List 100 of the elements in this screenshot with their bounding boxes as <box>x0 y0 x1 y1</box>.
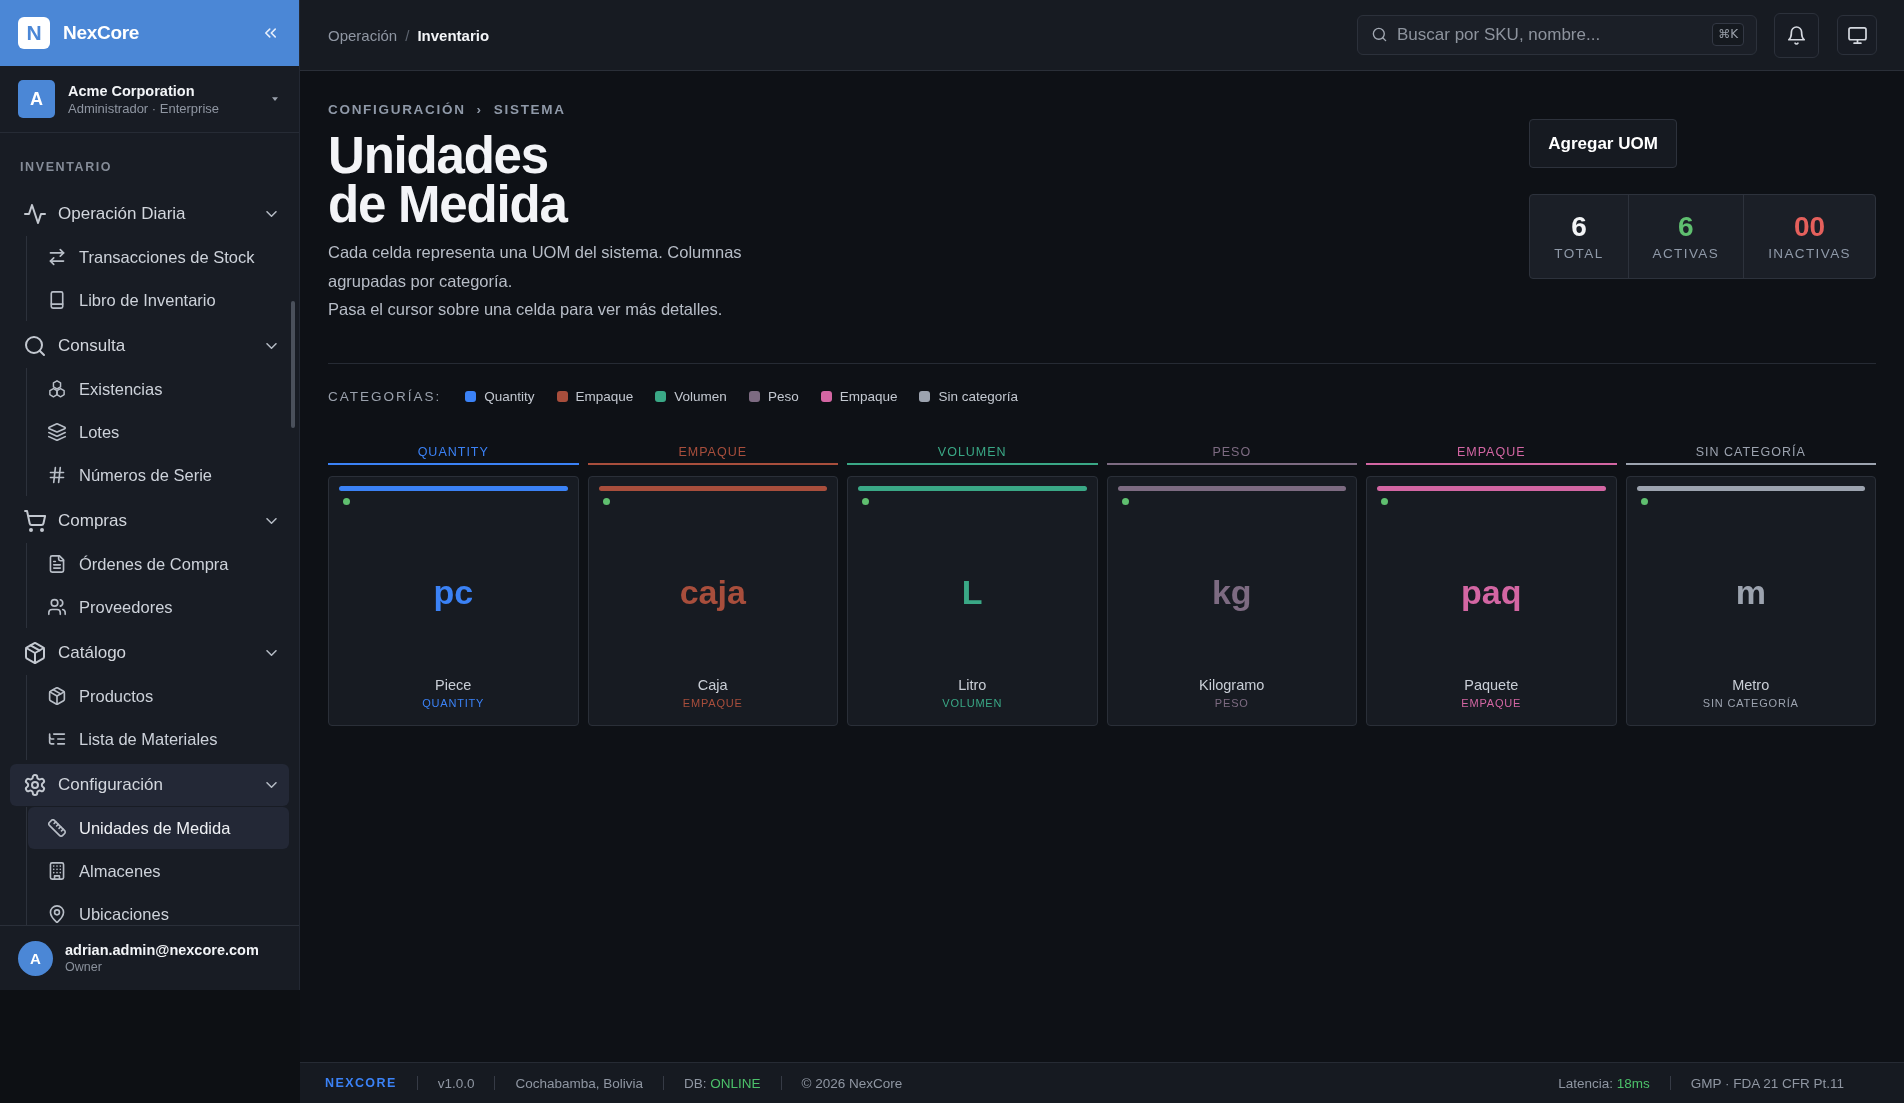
stat-value: 6 <box>1678 210 1694 243</box>
status-item: DB: ONLINE <box>684 1075 761 1091</box>
caret-down-icon[interactable] <box>272 97 278 101</box>
status-item: Cochabamba, Bolivia <box>515 1075 643 1091</box>
uom-card[interactable]: pc Piece QUANTITY <box>328 475 579 726</box>
legend-label: Empaque <box>839 389 898 404</box>
uom-card[interactable]: L Litro VOLUMEN <box>847 475 1098 726</box>
legend-label: Volumen <box>674 389 727 404</box>
nav-item[interactable]: Números de Serie <box>28 454 289 496</box>
double-chevron-left-icon[interactable] <box>265 28 276 38</box>
nav-item[interactable]: Lista de Materiales <box>28 718 289 760</box>
nav-item[interactable]: Órdenes de Compra <box>28 543 289 585</box>
legend-label: Empaque <box>575 389 634 404</box>
legend-title: CATEGORÍAS: <box>328 389 442 404</box>
hash-icon <box>48 466 66 484</box>
nav-group[interactable]: Catálogo <box>10 632 289 674</box>
user-email: adrian.admin@nexcore.com <box>65 942 259 958</box>
column-header: PESO <box>1106 442 1357 465</box>
uom-symbol: kg <box>1211 571 1252 612</box>
uom-category: SIN CATEGORÍA <box>1702 695 1799 710</box>
settings-icon <box>24 774 46 796</box>
page-description: Cada celda representa una UOM del sistema. Columnas agrupadas por categoría. <box>328 242 743 292</box>
breadcrumb-link[interactable]: Operación <box>328 26 398 44</box>
nav-group[interactable]: Configuración <box>10 764 289 806</box>
uom-card[interactable]: paq Paquete EMPAQUE <box>1366 475 1617 726</box>
nav-group[interactable]: Compras <box>10 500 289 542</box>
pulse-line-icon <box>24 203 46 225</box>
eyebrow-label: CONFIGURACIÓN <box>328 101 466 118</box>
org-plan: Administrador · Enterprise <box>68 100 219 116</box>
nav-group[interactable]: Consulta <box>10 325 289 367</box>
hexagons-icon <box>48 380 66 398</box>
location-pin-icon <box>48 905 66 923</box>
status-item: © 2026 NexCore <box>801 1075 903 1091</box>
display-button[interactable] <box>1837 15 1877 55</box>
org-avatar: A <box>18 80 55 118</box>
column-header: EMPAQUE <box>1366 442 1617 465</box>
user-avatar: A <box>18 940 53 976</box>
document-icon <box>48 555 66 573</box>
chevron-down-icon[interactable] <box>266 650 277 656</box>
uom-category: PESO <box>1214 695 1249 710</box>
nav-item[interactable]: Almacenes <box>28 850 289 892</box>
uom-symbol: paq <box>1461 571 1522 612</box>
nav-item[interactable]: Lotes <box>28 411 289 453</box>
column-header: VOLUMEN <box>847 442 1098 465</box>
bell-icon <box>1788 25 1805 45</box>
nav-item[interactable]: Existencias <box>28 368 289 410</box>
uom-symbol: caja <box>679 571 746 612</box>
box-icon <box>24 642 46 664</box>
nav-item[interactable]: Libro de Inventario <box>28 279 289 321</box>
nav-item[interactable]: Ubicaciones <box>28 893 289 925</box>
uom-symbol: pc <box>433 571 474 612</box>
uom-category: VOLUMEN <box>942 695 1003 710</box>
uom-symbol: m <box>1735 571 1766 612</box>
eyebrow-separator: › <box>476 101 483 118</box>
breadcrumb-link[interactable]: Inventario <box>417 26 490 44</box>
uom-card[interactable]: kg Kilogramo PESO <box>1106 475 1357 726</box>
nav-group[interactable]: Operación Diaria <box>10 193 289 235</box>
shortcut-key: ⌘K <box>1712 23 1744 46</box>
uom-symbol: L <box>961 571 983 612</box>
monitor-icon <box>1847 26 1867 44</box>
scrollbar-thumb[interactable] <box>291 301 295 428</box>
nav-item[interactable]: Productos <box>28 675 289 717</box>
uom-category: EMPAQUE <box>682 695 743 710</box>
building-icon <box>48 862 66 880</box>
uom-name: Metro <box>1732 675 1770 694</box>
breadcrumb-separator: / <box>405 26 410 44</box>
cart-icon <box>24 510 46 532</box>
uom-category: QUANTITY <box>422 695 485 710</box>
status-item: Latencia: 18ms <box>1558 1075 1650 1091</box>
column-header: SIN CATEGORÍA <box>1625 442 1876 465</box>
eyebrow-label: SISTEMA <box>493 101 566 118</box>
search-icon <box>1372 27 1387 42</box>
stat-label: TOTAL <box>1554 245 1604 263</box>
legend-label: Sin categoría <box>938 389 1019 404</box>
nav-item[interactable]: Transacciones de Stock <box>28 236 289 278</box>
uom-name: Paquete <box>1464 675 1519 694</box>
uom-name: Piece <box>435 675 472 694</box>
uom-card[interactable]: caja Caja EMPAQUE <box>587 475 838 726</box>
notifications-button[interactable] <box>1774 12 1819 58</box>
stat-value: 6 <box>1571 210 1587 243</box>
add-uom-button[interactable]: Agregar UOM <box>1529 119 1677 168</box>
uom-card[interactable]: m Metro SIN CATEGORÍA <box>1625 475 1876 726</box>
column-header: EMPAQUE <box>587 442 838 465</box>
list-tree-icon <box>48 730 66 748</box>
chevron-down-icon[interactable] <box>266 782 277 788</box>
nav-item[interactable]: Proveedores <box>28 586 289 628</box>
chevron-down-icon[interactable] <box>266 518 277 524</box>
uom-name: Caja <box>697 675 728 694</box>
chevron-down-icon[interactable] <box>266 211 277 217</box>
layers-icon <box>48 423 66 441</box>
nav-item[interactable]: Unidades de Medida <box>28 807 289 849</box>
page-description: Pasa el cursor sobre una celda para ver más detalles. <box>328 299 724 320</box>
user-role: Owner <box>65 960 103 974</box>
column-header: QUANTITY <box>328 442 579 465</box>
legend-label: Quantity <box>484 389 535 404</box>
stat-label: INACTIVAS <box>1768 245 1851 263</box>
chevron-down-icon[interactable] <box>266 343 277 349</box>
status-item: v1.0.0 <box>437 1075 475 1091</box>
brand-name: NexCore <box>63 22 140 44</box>
ruler-icon <box>48 819 66 837</box>
